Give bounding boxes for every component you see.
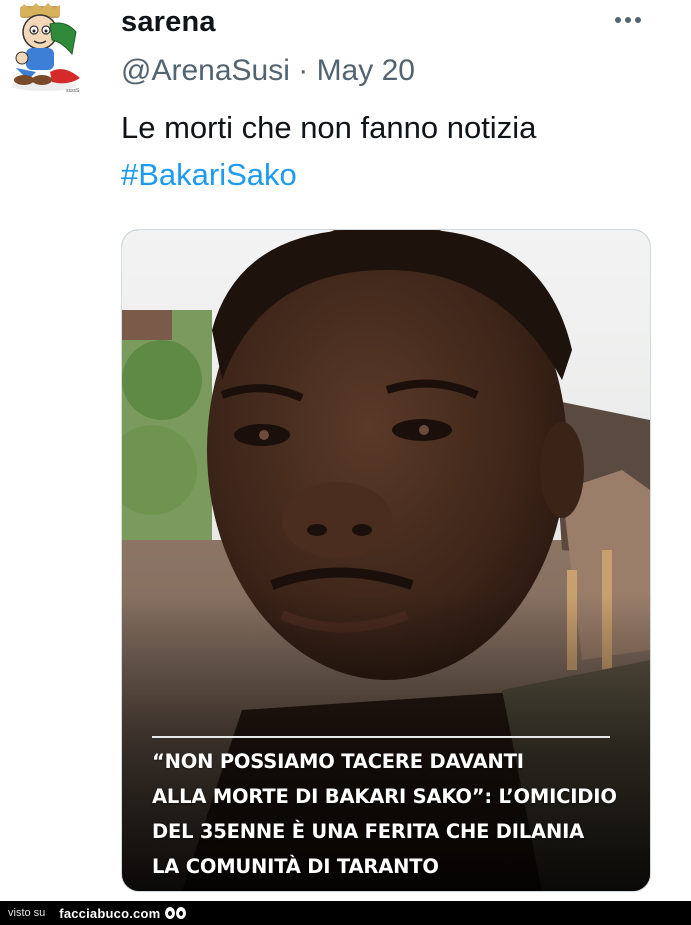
- image-caption: “NON POSSIAMO TACERE DAVANTI ALLA MORTE …: [152, 750, 617, 878]
- eyes-icon: [165, 907, 187, 919]
- hashtag-link[interactable]: #BakariSako: [121, 155, 297, 195]
- tweet-date[interactable]: May 20: [317, 54, 415, 87]
- watermark-bar: visto su facciabuco.com: [0, 901, 691, 925]
- svg-text:ssssS: ssssS: [66, 88, 80, 94]
- tweet-media-image[interactable]: “NON POSSIAMO TACERE DAVANTI ALLA MORTE …: [121, 229, 651, 892]
- tweet-text: Le morti che non fanno notizia: [121, 110, 537, 145]
- avatar[interactable]: ssssS: [6, 2, 88, 94]
- caption-divider: [152, 736, 610, 738]
- tweet-meta: @ArenaSusi · May 20: [121, 54, 415, 88]
- visto-su-label: visto su: [8, 907, 46, 919]
- brand-name[interactable]: facciabuco.com: [59, 906, 160, 921]
- more-horizontal-icon: [615, 17, 621, 23]
- more-options-button[interactable]: [608, 6, 648, 34]
- display-name[interactable]: sarena: [121, 6, 216, 39]
- separator: ·: [298, 54, 309, 87]
- handle[interactable]: @ArenaSusi: [121, 54, 290, 87]
